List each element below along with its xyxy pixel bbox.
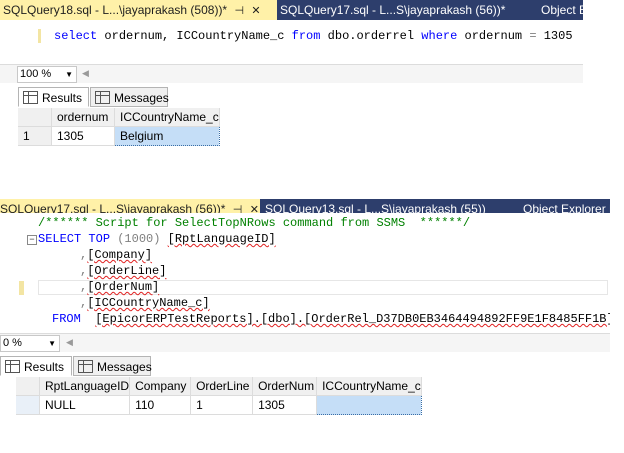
- column-header[interactable]: Company: [129, 377, 192, 396]
- change-margin-mark: [19, 281, 24, 295]
- grid-icon: [5, 360, 20, 374]
- zoom-bar: 0 % ▼ ◀: [0, 333, 610, 352]
- grid-cell[interactable]: 1305: [51, 126, 115, 146]
- code-line-comment[interactable]: /****** Script for SelectTopNRows comman…: [38, 215, 470, 231]
- column-header[interactable]: OrderNum: [252, 377, 318, 396]
- results-tabs: Results Messages: [0, 353, 610, 377]
- grid-corner: [18, 108, 52, 127]
- collapse-icon[interactable]: −: [27, 235, 37, 245]
- tab-messages-label: Messages: [97, 360, 152, 374]
- column-header[interactable]: OrderLine: [190, 377, 254, 396]
- table-row[interactable]: NULL 110 1 1305: [16, 395, 422, 415]
- column-header[interactable]: ICCountryName_c: [114, 108, 220, 127]
- query-editor[interactable]: select ordernum, ICCountryName_c from db…: [0, 20, 583, 64]
- tab-messages[interactable]: Messages: [73, 356, 152, 376]
- column-header[interactable]: ordernum: [51, 108, 115, 127]
- column-header[interactable]: ICCountryName_c: [316, 377, 422, 396]
- tab-label: SQLQuery17.sql - L...S\jayaprakash (56))…: [280, 3, 506, 17]
- grid-icon: [23, 91, 38, 105]
- grid-cell[interactable]: 1: [190, 395, 254, 415]
- grid-cell[interactable]: 1305: [252, 395, 318, 415]
- tab-sqlquery17[interactable]: SQLQuery17.sql - L...S\jayaprakash (56))…: [277, 0, 517, 20]
- change-margin-mark: [38, 29, 41, 43]
- tab-results-label: Results: [24, 360, 65, 374]
- tab-messages[interactable]: Messages: [90, 87, 169, 107]
- results-tabs: Results Messages: [0, 84, 583, 108]
- grid-header-row: RptLanguageID Company OrderLine OrderNum…: [16, 377, 422, 396]
- query-editor[interactable]: /****** Script for SelectTopNRows comman…: [0, 213, 610, 333]
- code-line-select[interactable]: SELECT TOP (1000) [RptLanguageID]: [38, 231, 276, 247]
- code-line-from[interactable]: FROM [EpicorERPTestReports].[dbo].[Order…: [52, 311, 610, 327]
- code-line-col[interactable]: ,[OrderLine]: [80, 263, 166, 279]
- row-number[interactable]: 1: [18, 126, 52, 146]
- zoom-dropdown[interactable]: 100 % ▼: [17, 66, 77, 83]
- zoom-value: 0 %: [3, 337, 22, 349]
- tab-label: Object E: [541, 3, 583, 17]
- grid-corner: [16, 377, 40, 396]
- code-line-col[interactable]: ,[ICCountryName_c]: [80, 295, 210, 311]
- code-line-1[interactable]: select ordernum, ICCountryName_c from db…: [54, 28, 573, 44]
- zoom-value: 100 %: [20, 68, 52, 80]
- chevron-down-icon: ▼: [65, 70, 73, 79]
- tab-label: SQLQuery18.sql - L...\jayaprakash (508))…: [3, 3, 228, 17]
- grid-cell[interactable]: NULL: [39, 395, 131, 415]
- tab-object-explorer[interactable]: Object E: [538, 0, 583, 20]
- results-grid[interactable]: RptLanguageID Company OrderLine OrderNum…: [16, 377, 422, 415]
- column-header[interactable]: RptLanguageID: [39, 377, 131, 396]
- messages-icon: [78, 360, 93, 374]
- grid-cell[interactable]: 110: [129, 395, 192, 415]
- code-line-col[interactable]: ,[Company]: [80, 247, 152, 263]
- row-number[interactable]: [16, 395, 40, 415]
- tab-messages-label: Messages: [114, 91, 169, 105]
- code-line-col[interactable]: ,[OrderNum]: [80, 279, 159, 295]
- zoom-dropdown[interactable]: 0 % ▼: [0, 335, 60, 352]
- query-window-1: SQLQuery18.sql - L...\jayaprakash (508))…: [0, 0, 583, 165]
- scroll-left-icon[interactable]: ◀: [66, 337, 73, 348]
- scroll-left-icon[interactable]: ◀: [82, 68, 89, 79]
- grid-cell-selected[interactable]: Belgium: [114, 126, 220, 146]
- grid-header-row: ordernum ICCountryName_c: [18, 108, 220, 127]
- results-grid[interactable]: ordernum ICCountryName_c 1 1305 Belgium: [18, 108, 220, 146]
- tab-results[interactable]: Results: [18, 87, 89, 107]
- messages-icon: [95, 91, 110, 105]
- chevron-down-icon: ▼: [48, 339, 56, 348]
- tab-results-label: Results: [42, 91, 83, 105]
- document-tab-strip: SQLQuery18.sql - L...\jayaprakash (508))…: [0, 0, 583, 20]
- grid-cell-selected[interactable]: [316, 395, 422, 415]
- zoom-bar: 100 % ▼ ◀: [0, 64, 583, 83]
- query-window-2: SQLQuery17.sql - L...S\jayaprakash (56))…: [0, 199, 610, 419]
- tab-sqlquery18[interactable]: SQLQuery18.sql - L...\jayaprakash (508))…: [0, 0, 277, 20]
- tab-results[interactable]: Results: [0, 356, 72, 376]
- table-row[interactable]: 1 1305 Belgium: [18, 126, 220, 146]
- pin-icon[interactable]: ⊣: [234, 5, 244, 17]
- close-icon[interactable]: ✕: [251, 5, 260, 17]
